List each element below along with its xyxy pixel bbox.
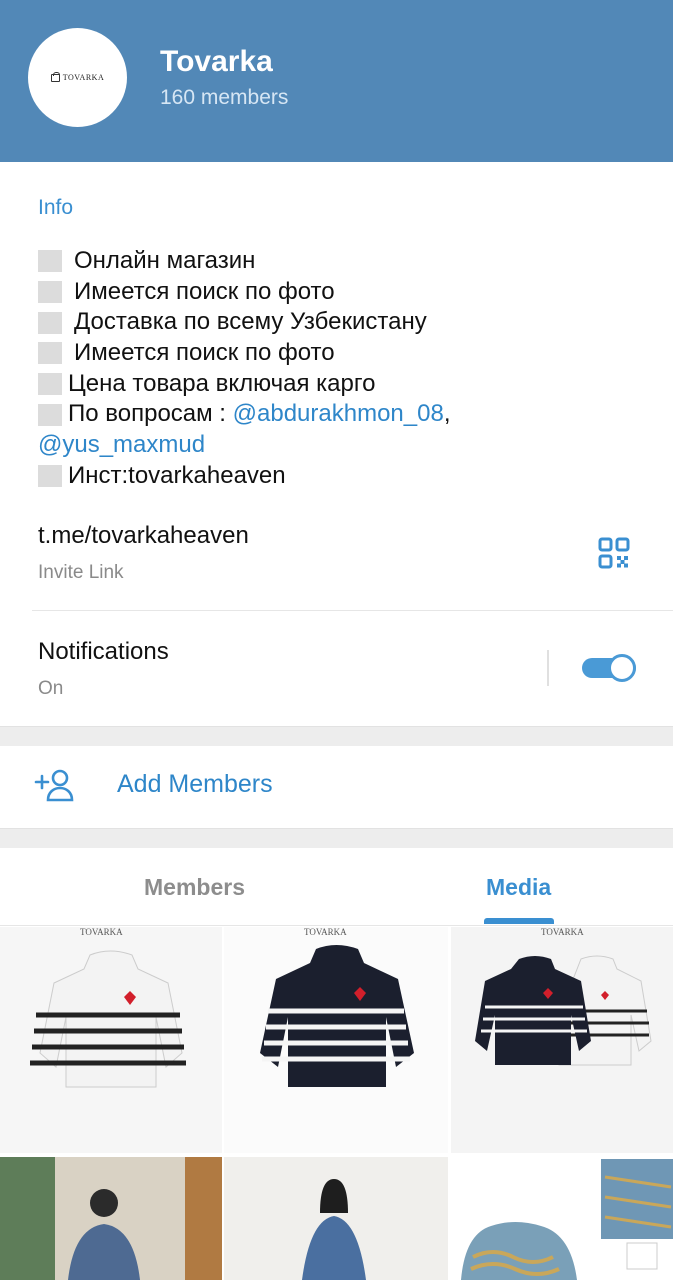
description-text: Онлайн магазин	[74, 247, 256, 274]
description-line: По вопросам : @abdurakhmon_08,	[38, 399, 648, 430]
square-emoji-icon	[38, 281, 62, 304]
description-text: Имеется поиск по фото	[74, 339, 335, 367]
description-text: Инст:tovarkaheaven	[68, 461, 286, 489]
media-thumbnail[interactable]: TOVARKA	[0, 927, 222, 1153]
add-members-row[interactable]	[0, 746, 673, 828]
member-count: 160 members	[160, 86, 289, 109]
media-thumbnail[interactable]	[451, 1157, 673, 1280]
description-line: @yus_maxmud	[38, 430, 648, 461]
watermark-text: TOVARKA	[80, 927, 123, 937]
media-thumbnail[interactable]	[0, 1157, 222, 1280]
invite-link[interactable]: t.me/tovarkaheaven	[38, 522, 249, 550]
media-thumbnail[interactable]: TOVARKA	[224, 927, 448, 1153]
info-heading: Info	[38, 196, 74, 219]
description-line: Доставка по всему Узбекистану	[38, 307, 648, 338]
channel-description: Онлайн магазин Имеется поиск по фото Дос…	[38, 246, 648, 492]
watermark-text: TOVARKA	[541, 927, 584, 937]
description-text: Цена товара включая карго	[68, 369, 376, 397]
square-emoji-icon	[38, 403, 62, 426]
invite-link-caption: Invite Link	[38, 562, 124, 583]
description-line: Онлайн магазин	[38, 246, 648, 277]
section-separator	[0, 828, 673, 848]
divider	[32, 610, 673, 611]
square-emoji-icon	[38, 373, 62, 396]
tab-members[interactable]: Members	[144, 874, 245, 901]
avatar-text: TOVARKA	[62, 73, 105, 82]
media-thumbnail[interactable]: TOVARKA	[451, 927, 673, 1153]
two-sweaters-image	[475, 955, 652, 1066]
notifications-toggle[interactable]	[582, 654, 638, 682]
mention-link[interactable]: @yus_maxmud	[38, 430, 205, 461]
square-emoji-icon	[38, 342, 62, 365]
tab-bar: Members Media	[0, 848, 673, 926]
media-grid: TOVARKA TOVARKA TOVARKA	[0, 927, 673, 1280]
toggle-knob	[608, 654, 636, 682]
tab-media[interactable]: Media	[486, 874, 551, 901]
chat-header: TOVARKA Tovarka 160 members	[0, 0, 673, 162]
description-text: Доставка по всему Узбекистану	[74, 308, 427, 336]
media-thumbnail[interactable]	[224, 1157, 448, 1280]
description-text: По вопросам :	[68, 400, 233, 428]
bag-icon	[50, 71, 60, 82]
add-members-button[interactable]: Add Members	[117, 770, 273, 799]
person-photo-image	[0, 1157, 222, 1280]
avatar-logo: TOVARKA	[50, 71, 105, 82]
mention-link[interactable]: @abdurakhmon_08	[233, 399, 444, 430]
square-emoji-icon	[38, 311, 62, 334]
qr-code-icon[interactable]	[598, 537, 630, 569]
active-tab-indicator	[484, 918, 554, 924]
add-person-icon	[34, 769, 74, 802]
comma: ,	[443, 400, 451, 428]
description-line: Имеется поиск по фото	[38, 277, 648, 308]
divider	[547, 650, 549, 686]
white-striped-sweater-image	[30, 950, 186, 1088]
square-emoji-icon	[38, 465, 62, 488]
black-striped-sweater-image	[260, 945, 414, 1087]
avatar[interactable]: TOVARKA	[28, 28, 127, 127]
notifications-state: On	[38, 678, 64, 699]
description-line: Цена товара включая карго	[38, 369, 648, 400]
description-line: Имеется поиск по фото	[38, 338, 648, 369]
square-emoji-icon	[38, 250, 62, 273]
blue-sweaters-image	[461, 1159, 673, 1280]
description-text: Имеется поиск по фото	[74, 277, 335, 305]
notifications-label: Notifications	[38, 638, 169, 665]
channel-title: Tovarka	[160, 45, 273, 78]
watermark-text: TOVARKA	[304, 927, 347, 937]
person-photo-image	[224, 1157, 448, 1280]
section-separator	[0, 726, 673, 746]
description-line: Инст:tovarkaheaven	[38, 461, 648, 492]
